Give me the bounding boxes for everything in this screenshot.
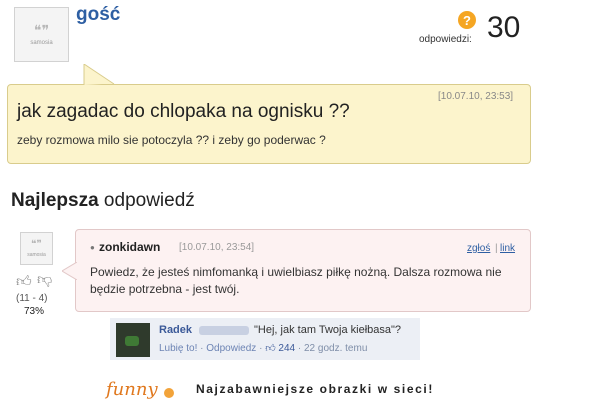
funny-logo[interactable]: funny [106, 379, 158, 400]
vote-counts: (11 - 4) [16, 293, 48, 304]
like-link[interactable]: Lubię to! [159, 343, 197, 354]
facebook-comment-actions: Lubię to! · Odpowiedz · 👍︎ 244 · 22 godz… [159, 342, 367, 354]
answers-count-label: odpowiedzi: [419, 34, 472, 45]
thumbs-up-icon[interactable]: 👍︎ [16, 273, 32, 291]
avatar-label: samosia [27, 251, 46, 258]
vote-percent: 73% [24, 306, 45, 317]
separator-dot: · [197, 343, 207, 354]
speech-bubbles-icon: ❝❞ [33, 22, 50, 39]
question-avatar[interactable]: ❝❞ samosia [14, 7, 69, 62]
best-answer-heading-bold: Najlepsza [11, 190, 99, 211]
answer-date: [10.07.10, 23:54] [179, 242, 255, 253]
reply-link[interactable]: Odpowiedz [206, 343, 256, 354]
logo-dot [164, 388, 174, 398]
question-date: [10.07.10, 23:53] [438, 91, 514, 102]
blurred-surname [199, 326, 249, 335]
profile-photo-detail [125, 336, 139, 346]
link-separator: | [495, 243, 498, 254]
separator-dot: · [295, 343, 304, 354]
question-bubble-tail [83, 64, 115, 85]
comment-time: 22 godz. temu [304, 343, 368, 354]
speech-bubbles-icon: ❝❞ [31, 238, 42, 250]
report-link[interactable]: zgłoś [467, 243, 490, 254]
question-author-link[interactable]: gość [76, 4, 120, 26]
facebook-commenter-name[interactable]: Radek [159, 324, 192, 336]
separator-dot: · [256, 343, 266, 354]
question-description: zeby rozmowa milo sie potoczyla ?? i zeb… [17, 133, 326, 147]
answer-author-link[interactable]: zonkidawn [99, 240, 160, 254]
like-thumb-icon: 👍︎ [265, 343, 276, 354]
best-answer-heading-rest: odpowiedź [98, 190, 195, 211]
permalink-link[interactable]: link [500, 243, 515, 254]
question-title: jak zagadac do chlopaka na ognisku ?? [17, 101, 350, 122]
answer-text: Powiedz, że jesteś nimfomanką i uwielbia… [90, 265, 502, 296]
facebook-comment-text: "Hej, jak tam Twoja kiełbasa"? [254, 324, 402, 336]
answer-bubble-tail [62, 262, 77, 280]
footer-tagline: Najzabawniejsze obrazki w sieci! [196, 382, 434, 396]
answer-avatar[interactable]: ❝❞ samosia [20, 232, 53, 265]
answers-count: 30 [487, 11, 521, 44]
thumbs-down-icon[interactable]: 👎︎ [37, 271, 52, 289]
avatar-label: samosia [30, 39, 53, 46]
user-status-dot-icon: ● [90, 243, 95, 252]
best-answer-heading: Najlepsza odpowiedź [11, 190, 195, 212]
question-mark-icon: ? [458, 11, 476, 29]
like-count: 244 [278, 343, 296, 354]
